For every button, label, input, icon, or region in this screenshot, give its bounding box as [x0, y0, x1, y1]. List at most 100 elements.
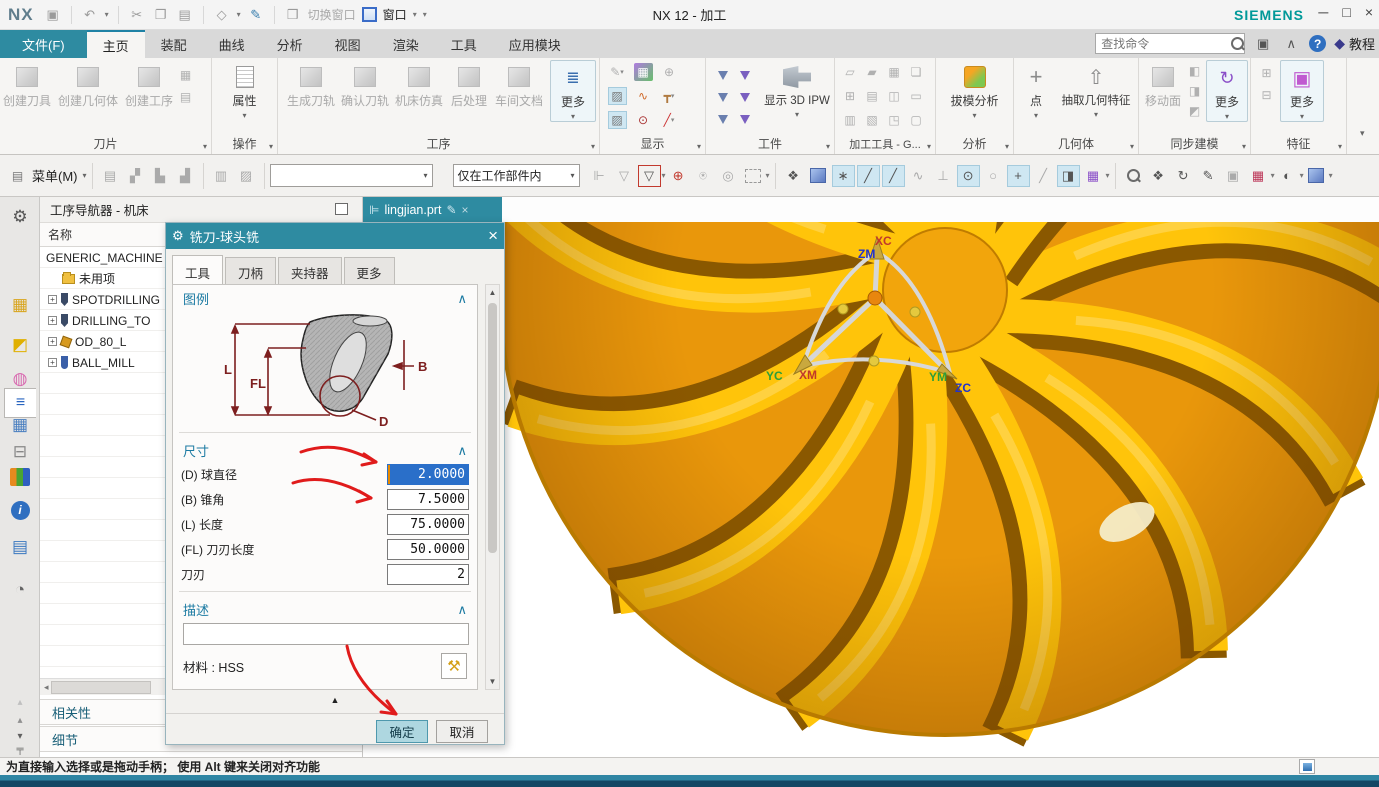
minimize-button[interactable]: ─: [1318, 4, 1328, 20]
background-dropdown-icon[interactable]: ▾: [1271, 171, 1275, 180]
tab-curve[interactable]: 曲线: [203, 30, 261, 58]
ribbon-overflow-icon[interactable]: ▾: [1360, 128, 1365, 139]
zoom-window-icon[interactable]: [1122, 165, 1145, 187]
customize-qat-icon[interactable]: ▾: [423, 10, 427, 19]
feature-icon-2[interactable]: ⊟: [1257, 86, 1276, 104]
switch-window-icon[interactable]: ❒: [284, 6, 302, 24]
window-menu-dropdown-icon[interactable]: ▾: [413, 10, 417, 19]
model-canvas[interactable]: XC ZM YC XM YM ZC: [363, 222, 1379, 757]
tab-render[interactable]: 渲染: [377, 30, 435, 58]
tool-display-icon[interactable]: ┳ ▾: [660, 87, 679, 105]
rotate-view-icon[interactable]: ↻: [1172, 165, 1195, 187]
snap-point-on-line-icon[interactable]: ╱: [1032, 165, 1055, 187]
tab-home[interactable]: 主页: [86, 30, 145, 58]
blade-extra-icon-2[interactable]: ▤: [176, 88, 195, 106]
machine-simulation-button[interactable]: 机床仿真: [392, 60, 446, 109]
blank-display-toggle-icon[interactable]: ▨: [607, 87, 627, 105]
scroll-thumb[interactable]: [488, 303, 497, 553]
paste-icon[interactable]: ▤: [176, 6, 194, 24]
find-command-input[interactable]: [1095, 33, 1246, 54]
ipw-funnel-icon-1[interactable]: [718, 70, 728, 80]
rectangle-select-icon[interactable]: [742, 165, 765, 187]
sync-icon-3[interactable]: ◩: [1185, 102, 1204, 120]
window-layout-icon[interactable]: ▣: [1253, 34, 1273, 54]
process-more-button[interactable]: ≣ 更多 ▾: [550, 60, 596, 122]
brush-icon[interactable]: ✎: [247, 6, 265, 24]
tb-icon-5[interactable]: ▥: [210, 165, 233, 187]
properties-button[interactable]: 属性 ▾: [218, 60, 272, 120]
ipw-funnel-icon-5[interactable]: [718, 114, 728, 124]
mill-tool-dialog[interactable]: ⚙ 铣刀-球头铣 × 工具 刀柄 夹持器 更多 图例 ∧ L FL B D 尺寸…: [165, 222, 505, 745]
tab-analysis[interactable]: 分析: [261, 30, 319, 58]
group-feature-dropdown-icon[interactable]: ▾: [1338, 142, 1342, 151]
curve-display-icon[interactable]: ∿: [634, 87, 653, 105]
legend-section-header[interactable]: 图例 ∧: [173, 285, 477, 310]
expander-icon[interactable]: +: [48, 295, 57, 304]
snap-curve-icon[interactable]: ∿: [907, 165, 930, 187]
pan-icon[interactable]: ❖: [1147, 165, 1170, 187]
field-flutes-input[interactable]: [387, 564, 469, 585]
snap-enable-icon[interactable]: ∗: [831, 164, 855, 187]
feature-more-button[interactable]: ▣ 更多 ▾: [1280, 60, 1324, 122]
display-tool-icon[interactable]: ✎ ▾: [608, 63, 627, 81]
layer-icon[interactable]: ▣: [1222, 165, 1245, 187]
field-taper-angle-input[interactable]: [387, 489, 469, 510]
search-icon[interactable]: [1229, 36, 1245, 52]
feature-icon-1[interactable]: ⊞: [1257, 64, 1276, 82]
tb-icon-4[interactable]: ▟: [174, 165, 197, 187]
clay-mode-icon[interactable]: ❖: [782, 165, 805, 187]
tb-icon-3[interactable]: ▙: [149, 165, 172, 187]
snap-midpoint-icon[interactable]: ╱: [881, 164, 905, 187]
html-report-icon[interactable]: ▤: [8, 535, 32, 559]
tab-assembly[interactable]: 装配: [145, 30, 203, 58]
hatch-display-toggle-icon[interactable]: ▨: [607, 111, 627, 129]
group-sync-dropdown-icon[interactable]: ▾: [1242, 142, 1246, 151]
description-input[interactable]: [183, 623, 469, 645]
snap-endpoint-icon[interactable]: ╱: [856, 164, 880, 187]
web-browser-icon[interactable]: i: [8, 498, 32, 522]
wireframe-cube-icon[interactable]: [807, 165, 830, 187]
dialog-scrollbar[interactable]: ▲ ▼: [485, 284, 500, 690]
tb-icon-2[interactable]: ▞: [124, 165, 147, 187]
postprocess-button[interactable]: 后处理: [446, 60, 492, 109]
grid-snap-dropdown-icon[interactable]: ▾: [1106, 171, 1110, 180]
snap-filter-icon[interactable]: ▽: [637, 164, 661, 187]
menu-button[interactable]: ▤ 菜单(M) ▾: [8, 166, 87, 185]
scroll-up-icon[interactable]: ▲: [486, 288, 499, 297]
mtool-icon-2[interactable]: ▰: [863, 63, 882, 81]
render-style-dropdown-icon[interactable]: ▾: [1300, 171, 1304, 180]
sync-icon-2[interactable]: ◨: [1185, 82, 1204, 100]
field-ball-diameter-input[interactable]: [387, 464, 469, 485]
mtool-icon-7[interactable]: ◫: [885, 87, 904, 105]
field-flute-length-input[interactable]: [387, 539, 469, 560]
create-geometry-button[interactable]: 创建几何体: [54, 60, 122, 109]
ipw-funnel-icon-2[interactable]: [740, 70, 750, 80]
edit-section-icon[interactable]: ✎: [1197, 165, 1220, 187]
history-icon[interactable]: ◔: [8, 578, 32, 602]
collapse-icon[interactable]: ∧: [457, 602, 467, 618]
circle-target-icon[interactable]: ◎: [717, 165, 740, 187]
mtool-icon-3[interactable]: ▦: [885, 63, 904, 81]
group-mtools-dropdown-icon[interactable]: ▾: [927, 142, 931, 151]
reuse-library-icon[interactable]: [8, 465, 32, 489]
tutorial-button[interactable]: ◆ 教程: [1334, 34, 1375, 53]
constraint-navigator-icon[interactable]: ◩: [8, 333, 32, 357]
verify-toolpath-button[interactable]: 确认刀轨: [338, 60, 392, 109]
maximize-button[interactable]: □: [1342, 4, 1350, 20]
navigator-float-icon[interactable]: [335, 203, 348, 215]
mtool-icon-1[interactable]: ▱: [841, 63, 860, 81]
snap-face-icon[interactable]: ◨: [1056, 164, 1080, 187]
resource-gear-icon[interactable]: ⚙: [8, 205, 32, 229]
rotate-point-icon[interactable]: ⊕: [667, 165, 690, 187]
collapse-icon[interactable]: ∧: [457, 443, 467, 459]
selection-filter-combo[interactable]: ▾: [269, 164, 433, 187]
line-display-icon[interactable]: ╱ ▾: [660, 111, 679, 129]
group-operation-dropdown-icon[interactable]: ▾: [269, 142, 273, 151]
graphics-viewport[interactable]: ⊫ lingjian.prt ✎ × XC ZM YC XM YM ZC: [363, 197, 1379, 757]
cancel-button[interactable]: 取消: [436, 720, 488, 743]
fit-window-icon[interactable]: [1299, 759, 1315, 774]
machine-simulation-icon[interactable]: ⊟: [8, 440, 32, 464]
show-3d-ipw-button[interactable]: 显示 3D IPW ▾: [760, 60, 834, 119]
dialog-close-icon[interactable]: ×: [488, 226, 498, 246]
mtool-icon-10[interactable]: ▧: [863, 111, 882, 129]
